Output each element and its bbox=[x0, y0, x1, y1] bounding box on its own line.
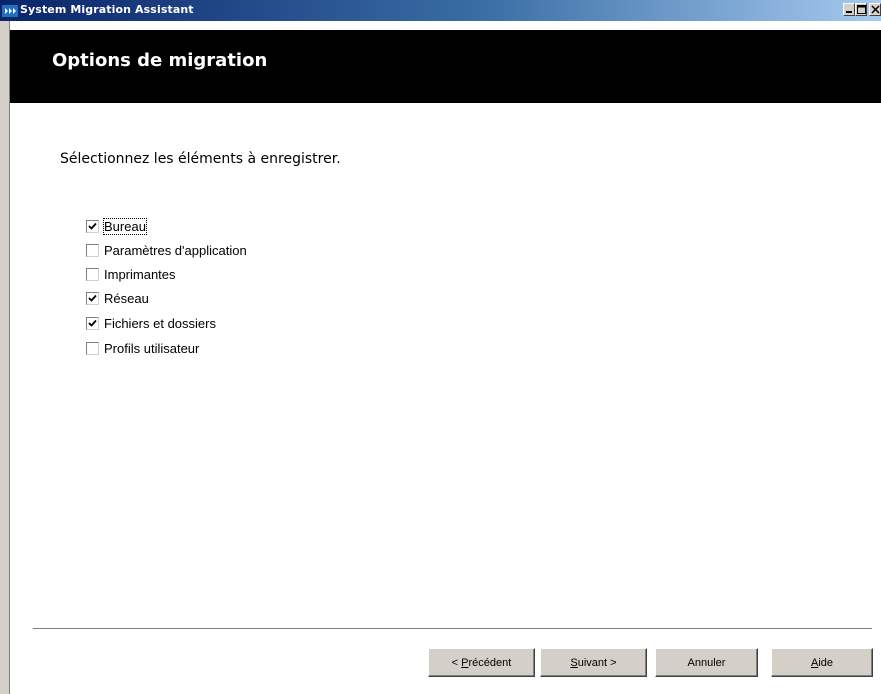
ibm-logo bbox=[710, 30, 870, 103]
window-left-border bbox=[0, 21, 10, 694]
close-button[interactable] bbox=[869, 3, 881, 16]
title-bar[interactable]: System Migration Assistant bbox=[0, 0, 881, 21]
option-profils-utilisateur[interactable]: Profils utilisateur bbox=[86, 339, 199, 357]
option-label: Imprimantes bbox=[104, 266, 176, 282]
check-icon bbox=[88, 319, 97, 327]
checkbox[interactable] bbox=[86, 316, 99, 330]
next-button-label: Suivant > bbox=[570, 656, 617, 669]
option-label: Paramètres d'application bbox=[104, 242, 247, 258]
check-icon bbox=[88, 294, 97, 302]
maximize-icon bbox=[857, 5, 866, 14]
maximize-button[interactable] bbox=[855, 3, 867, 16]
option-label: Réseau bbox=[104, 290, 149, 306]
option-reseau[interactable]: Réseau bbox=[86, 289, 149, 307]
instruction-text: Sélectionnez les éléments à enregistrer. bbox=[60, 151, 341, 167]
cancel-button[interactable]: Annuler bbox=[655, 648, 758, 677]
option-bureau[interactable]: Bureau bbox=[86, 217, 147, 235]
next-button[interactable]: Suivant > bbox=[540, 648, 647, 677]
cancel-button-label: Annuler bbox=[687, 656, 726, 669]
checkbox[interactable] bbox=[86, 219, 99, 233]
option-label: Profils utilisateur bbox=[104, 340, 200, 356]
option-label: Bureau bbox=[103, 217, 147, 235]
close-icon bbox=[871, 5, 880, 14]
option-label: Fichiers et dossiers bbox=[104, 315, 216, 331]
back-button-label: < Précédent bbox=[451, 656, 512, 669]
check-icon bbox=[88, 222, 97, 230]
checkbox[interactable] bbox=[86, 267, 99, 281]
option-imprimantes[interactable]: Imprimantes bbox=[86, 265, 176, 283]
option-parametres-application[interactable]: Paramètres d'application bbox=[86, 241, 247, 259]
back-button[interactable]: < Précédent bbox=[428, 648, 535, 677]
window-title: System Migration Assistant bbox=[20, 3, 194, 16]
app-icon bbox=[2, 3, 18, 17]
option-fichiers-dossiers[interactable]: Fichiers et dossiers bbox=[86, 314, 216, 332]
minimize-icon bbox=[846, 11, 852, 13]
checkbox[interactable] bbox=[86, 341, 99, 355]
help-button-label: Aide bbox=[810, 656, 834, 669]
minimize-button[interactable] bbox=[843, 3, 855, 16]
checkbox[interactable] bbox=[86, 291, 99, 305]
help-button[interactable]: Aide bbox=[771, 648, 873, 677]
page-title: Options de migration bbox=[52, 50, 268, 71]
migration-assistant-window: System Migration Assistant Options de mi… bbox=[0, 0, 881, 694]
footer-separator bbox=[33, 628, 872, 630]
checkbox[interactable] bbox=[86, 243, 99, 257]
